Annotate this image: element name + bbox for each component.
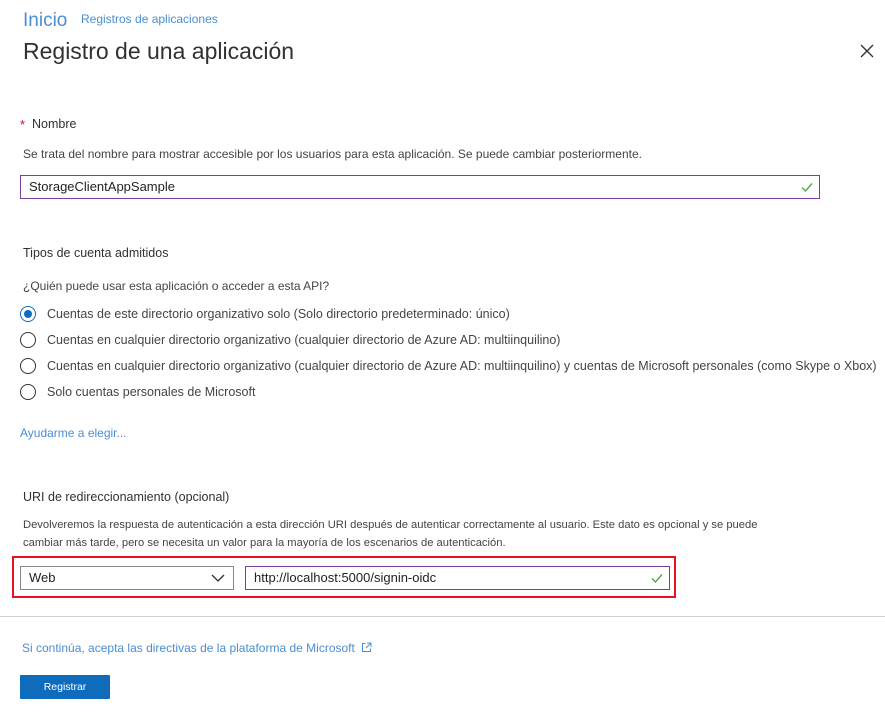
required-marker: * <box>20 117 26 132</box>
radio-button[interactable] <box>20 358 36 374</box>
redirect-uri-description-line1: Devolveremos la respuesta de autenticaci… <box>23 519 758 531</box>
account-types-heading: Tipos de cuenta admitidos <box>23 246 169 260</box>
platform-select-value: Web <box>29 570 56 585</box>
page-title: Registro de una aplicación <box>23 38 295 64</box>
redirect-uri-description-line2: cambiar más tarde, pero se necesita un v… <box>23 537 506 549</box>
account-type-option-single-tenant[interactable]: Cuentas de este directorio organizativo … <box>20 304 510 324</box>
account-type-label: Cuentas en cualquier directorio organiza… <box>47 333 561 347</box>
breadcrumb-app-registrations-link[interactable]: Registros de aplicaciones <box>81 12 218 26</box>
checkmark-icon <box>801 183 813 193</box>
checkmark-icon <box>651 574 663 584</box>
chevron-down-icon <box>211 574 225 582</box>
account-type-label: Solo cuentas personales de Microsoft <box>47 385 256 399</box>
radio-button[interactable] <box>20 384 36 400</box>
name-label: Nombre <box>32 117 77 131</box>
register-button[interactable]: Registrar <box>20 675 110 699</box>
redirect-uri-input-value: http://localhost:5000/signin-oidc <box>254 570 437 585</box>
platform-policies-link-text: Si continúa, acepta las directivas de la… <box>22 641 355 655</box>
account-type-option-personal-only[interactable]: Solo cuentas personales de Microsoft <box>20 382 255 402</box>
platform-select[interactable]: Web <box>20 566 234 590</box>
name-description: Se trata del nombre para mostrar accesib… <box>23 147 642 161</box>
breadcrumb-home-link[interactable]: Inicio <box>23 10 67 32</box>
external-link-icon <box>362 642 372 652</box>
redirect-uri-input[interactable]: http://localhost:5000/signin-oidc <box>245 566 670 590</box>
help-me-choose-link[interactable]: Ayudarme a elegir... <box>20 426 127 440</box>
account-types-question: ¿Quién puede usar esta aplicación o acce… <box>23 279 330 293</box>
close-icon[interactable] <box>856 40 878 62</box>
name-input-value: StorageClientAppSample <box>29 179 175 194</box>
radio-button[interactable] <box>20 332 36 348</box>
radio-button-selected[interactable] <box>20 306 36 322</box>
account-type-label: Cuentas en cualquier directorio organiza… <box>47 359 877 373</box>
footer-divider <box>0 616 885 617</box>
account-type-label: Cuentas de este directorio organizativo … <box>47 307 510 321</box>
name-input[interactable]: StorageClientAppSample <box>20 175 820 199</box>
account-type-option-multitenant-personal[interactable]: Cuentas en cualquier directorio organiza… <box>20 356 877 376</box>
account-type-option-multitenant[interactable]: Cuentas en cualquier directorio organiza… <box>20 330 560 350</box>
platform-policies-link[interactable]: Si continúa, acepta las directivas de la… <box>22 641 372 655</box>
redirect-uri-heading: URI de redireccionamiento (opcional) <box>23 490 230 504</box>
